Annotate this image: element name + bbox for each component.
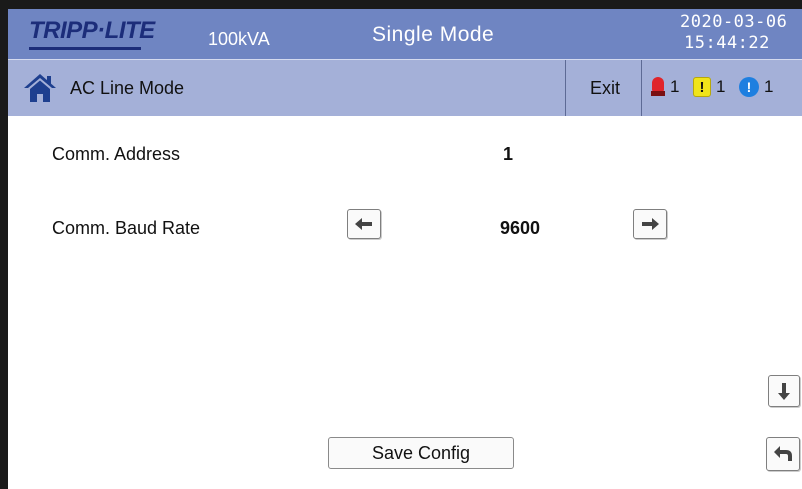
baud-rate-value: 9600	[500, 218, 541, 238]
status-mode-label: AC Line Mode	[70, 78, 185, 98]
baud-rate-label: Comm. Baud Rate	[52, 218, 201, 238]
critical-alarm-indicator[interactable]: 1	[651, 77, 679, 97]
critical-alarm-count: 1	[670, 77, 680, 96]
divider	[641, 60, 642, 116]
time-text: 15:44:22	[684, 33, 770, 53]
siren-icon	[651, 77, 665, 97]
comm-address-value: 1	[503, 144, 514, 164]
arrow-right-icon	[642, 218, 659, 230]
info-count: 1	[764, 77, 774, 96]
power-rating: 100kVA	[208, 29, 270, 49]
arrow-down-icon	[778, 383, 790, 400]
bezel-top	[0, 0, 802, 9]
info-icon: !	[739, 77, 759, 97]
arrow-left-icon	[355, 218, 372, 230]
warning-indicator[interactable]: ! 1	[693, 77, 725, 97]
scroll-down-button[interactable]	[768, 375, 800, 407]
operating-mode: Single Mode	[372, 23, 495, 46]
status-bar: AC Line Mode Exit 1 ! 1 ! 1	[8, 59, 802, 116]
comm-address-label: Comm. Address	[52, 144, 181, 164]
hmi-screen: TRIPP·LITE 100kVA Single Mode 2020-03-06…	[0, 0, 802, 489]
divider	[565, 60, 566, 116]
exit-button[interactable]: Exit	[575, 66, 635, 110]
warning-icon: !	[693, 77, 711, 97]
bezel-left	[0, 0, 8, 489]
datetime-display: 2020-03-06 15:44:22	[680, 12, 787, 54]
brand-logo-underline	[29, 47, 141, 50]
baud-rate-prev-button[interactable]	[347, 209, 381, 239]
save-config-button[interactable]: Save Config	[328, 437, 514, 469]
brand-logo: TRIPP·LITE	[29, 17, 155, 44]
return-arrow-icon	[774, 446, 792, 461]
back-button[interactable]	[766, 437, 800, 471]
date-text: 2020-03-06	[680, 12, 788, 32]
info-indicator[interactable]: ! 1	[739, 77, 773, 97]
baud-rate-next-button[interactable]	[633, 209, 667, 239]
warning-count: 1	[716, 77, 726, 96]
header-bar: TRIPP·LITE 100kVA Single Mode 2020-03-06…	[8, 9, 802, 59]
home-icon[interactable]	[22, 72, 58, 104]
